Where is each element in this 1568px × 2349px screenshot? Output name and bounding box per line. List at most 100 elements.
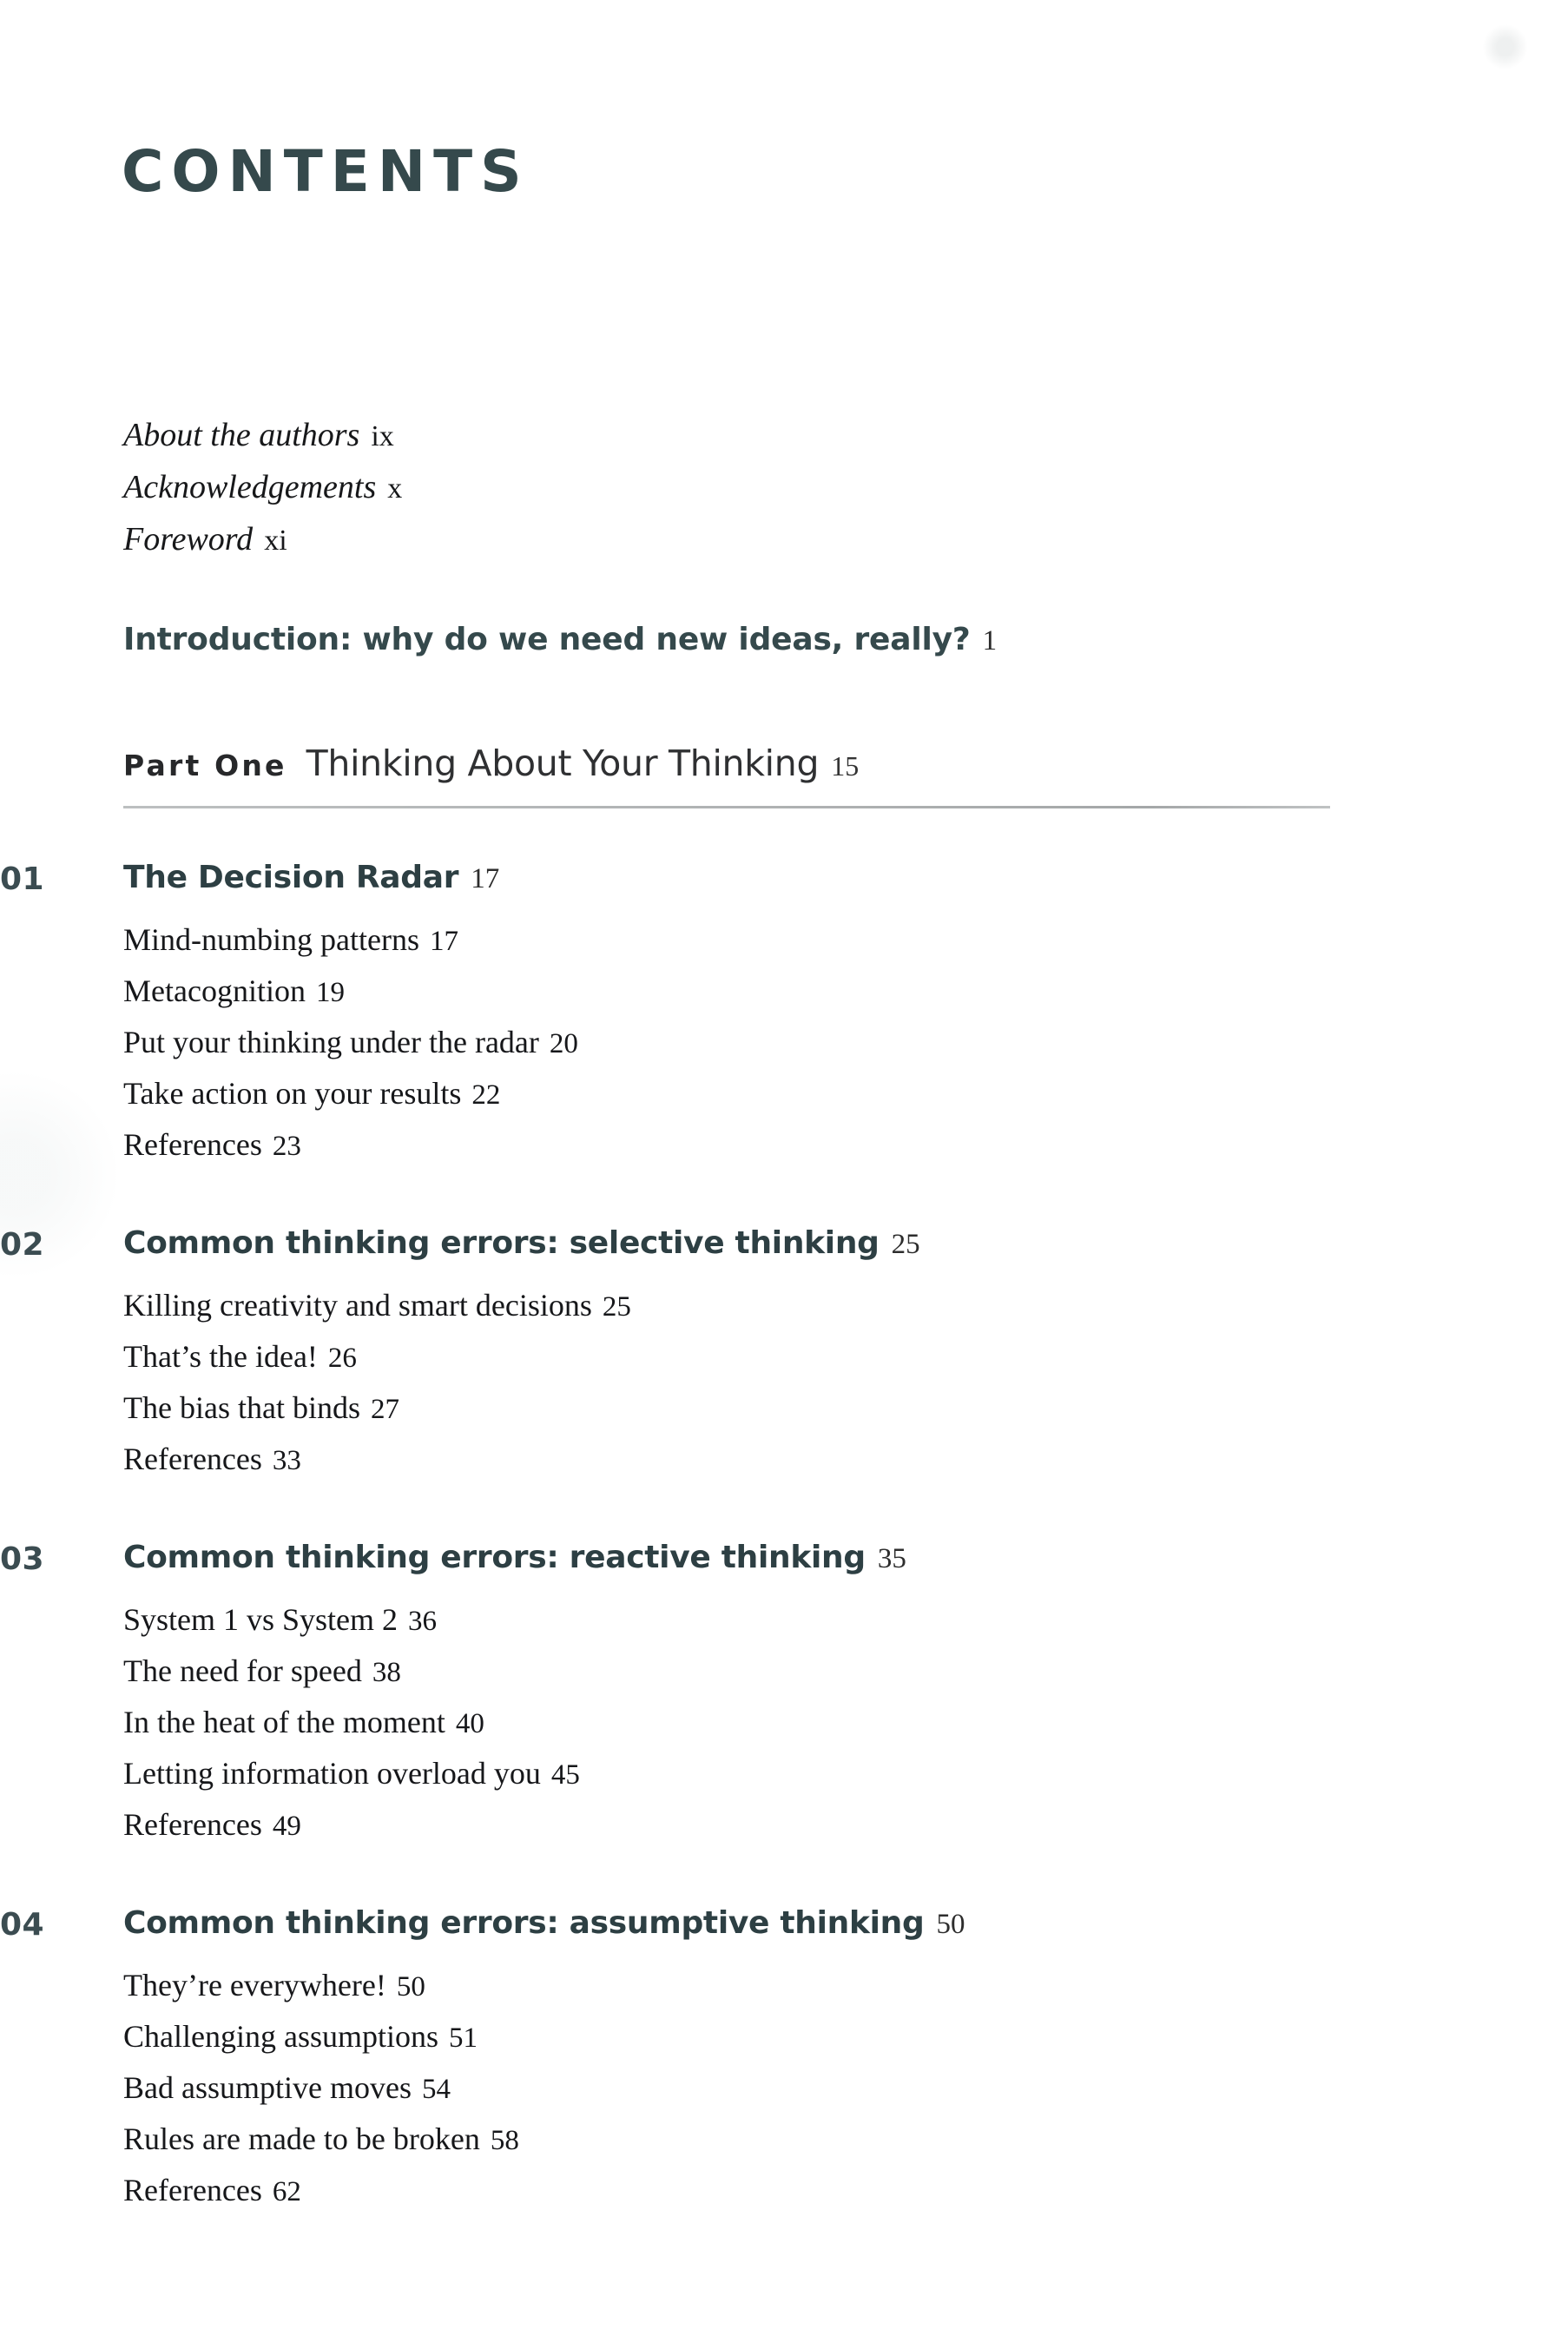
chapter-section-entry[interactable]: The bias that binds 27 xyxy=(123,1383,1389,1435)
chapter-section-entry[interactable]: Mind-numbing patterns 17 xyxy=(123,915,1389,967)
chapter-section-title: Rules are made to be broken xyxy=(123,2121,480,2156)
chapter-title-group: Common thinking errors: assumptive think… xyxy=(123,1905,965,1941)
chapter-section-entry[interactable]: Letting information overload you 45 xyxy=(123,1749,1389,1800)
chapter-section-title: Metacognition xyxy=(123,973,306,1008)
frontmatter-entry-page-number: xi xyxy=(264,525,287,557)
chapter-section-page-number: 17 xyxy=(429,926,458,957)
introduction-title: Introduction: why do we need new ideas, … xyxy=(123,622,971,657)
chapter-title: Common thinking errors: selective thinki… xyxy=(123,1225,880,1261)
part-divider-rule xyxy=(123,806,1330,808)
frontmatter-list: About the authors ix Acknowledgements x Fore… xyxy=(123,410,1165,566)
chapter-section-entry[interactable]: References 33 xyxy=(123,1435,1389,1486)
chapter-section-title: Killing creativity and smart decisions xyxy=(123,1288,592,1323)
chapter-section-entry[interactable]: In the heat of the moment 40 xyxy=(123,1698,1389,1749)
part-page-number: 15 xyxy=(831,750,860,782)
chapter-section-title: References xyxy=(123,1442,262,1476)
page-title: CONTENTS xyxy=(122,138,530,205)
chapter-heading[interactable]: 03 Common thinking errors: reactive think… xyxy=(0,1540,1389,1590)
chapter-section-title: In the heat of the moment xyxy=(123,1705,445,1739)
chapter-section-page-number: 40 xyxy=(455,1708,484,1739)
chapter-section-page-number: 27 xyxy=(370,1394,399,1425)
introduction-page-number: 1 xyxy=(982,625,998,657)
chapter-section-page-number: 45 xyxy=(550,1759,580,1791)
chapter-title: Common thinking errors: assumptive think… xyxy=(123,1905,925,1941)
chapter-section-title: They’re everywhere! xyxy=(123,1968,386,2003)
chapter-section-list: Mind-numbing patterns 17 Metacognition 19 Pu… xyxy=(123,915,1389,1171)
chapter-section-entry[interactable]: References 23 xyxy=(123,1120,1389,1171)
chapter-number: 03 xyxy=(0,1541,45,1577)
chapter-section-page-number: 49 xyxy=(272,1811,301,1842)
chapter-page-number: 35 xyxy=(877,1543,906,1574)
chapter-section-entry[interactable]: That’s the idea! 26 xyxy=(123,1332,1389,1383)
chapter-section-page-number: 22 xyxy=(471,1079,501,1111)
chapter-section-entry[interactable]: Bad assumptive moves 54 xyxy=(123,2063,1389,2115)
part-label: Part One xyxy=(123,749,287,782)
chapter-section-entry[interactable]: System 1 vs System 2 36 xyxy=(123,1595,1389,1646)
chapter-section-title: Mind-numbing patterns xyxy=(123,922,419,957)
chapter-page-number: 50 xyxy=(936,1909,965,1940)
chapter-section-page-number: 38 xyxy=(372,1657,401,1688)
chapter-section-entry[interactable]: References 62 xyxy=(123,2166,1389,2217)
chapter-block: 02 Common thinking errors: selective thin… xyxy=(0,1225,1389,1486)
frontmatter-entry-page-number: ix xyxy=(371,420,394,452)
chapter-section-page-number: 26 xyxy=(327,1343,357,1374)
chapter-section-title: That’s the idea! xyxy=(123,1339,318,1374)
frontmatter-entry-title: Acknowledgements xyxy=(123,469,377,505)
chapter-section-page-number: 51 xyxy=(449,2022,478,2054)
chapter-section-list: Killing creativity and smart decisions 25… xyxy=(123,1281,1389,1486)
chapter-section-title: Take action on your results xyxy=(123,1076,462,1111)
chapter-block: 04 Common thinking errors: assumptive thi… xyxy=(0,1905,1389,2217)
chapter-section-title: References xyxy=(123,1807,262,1842)
chapter-section-entry[interactable]: The need for speed 38 xyxy=(123,1646,1389,1698)
introduction-entry[interactable]: Introduction: why do we need new ideas, … xyxy=(123,622,997,657)
chapter-section-page-number: 54 xyxy=(421,2074,451,2105)
chapter-section-entry[interactable]: Rules are made to be broken 58 xyxy=(123,2115,1389,2166)
chapter-title-group: The Decision Radar 17 xyxy=(123,860,499,895)
chapter-section-entry[interactable]: Take action on your results 22 xyxy=(123,1069,1389,1120)
chapter-page-number: 17 xyxy=(471,863,500,894)
chapter-section-title: The bias that binds xyxy=(123,1390,360,1425)
chapter-section-title: The need for speed xyxy=(123,1653,362,1688)
chapter-section-page-number: 19 xyxy=(315,977,345,1008)
chapter-number: 04 xyxy=(0,1907,45,1943)
chapter-title: The Decision Radar xyxy=(123,860,459,895)
chapter-section-page-number: 58 xyxy=(490,2125,519,2156)
chapter-section-entry[interactable]: Challenging assumptions 51 xyxy=(123,2012,1389,2063)
chapter-title: Common thinking errors: reactive thinkin… xyxy=(123,1540,866,1575)
chapter-section-page-number: 23 xyxy=(272,1131,301,1162)
chapter-section-entry[interactable]: References 49 xyxy=(123,1800,1389,1851)
frontmatter-entry-title: Foreword xyxy=(123,521,254,558)
chapter-page-number: 25 xyxy=(891,1229,920,1260)
chapter-list: 01 The Decision Radar 17 Mind-numbing patte… xyxy=(0,860,1389,2271)
chapter-section-page-number: 20 xyxy=(549,1028,578,1059)
part-heading: Part One Thinking About Your Thinking 15 xyxy=(123,742,859,784)
frontmatter-entry-page-number: x xyxy=(387,472,403,505)
chapter-title-group: Common thinking errors: reactive thinkin… xyxy=(123,1540,906,1575)
chapter-section-title: System 1 vs System 2 xyxy=(123,1602,399,1637)
part-title: Thinking About Your Thinking xyxy=(306,742,820,784)
frontmatter-entry-title: About the authors xyxy=(123,417,360,453)
chapter-section-title: Letting information overload you xyxy=(123,1756,541,1791)
chapter-heading[interactable]: 04 Common thinking errors: assumptive thi… xyxy=(0,1905,1389,1956)
chapter-title-group: Common thinking errors: selective thinki… xyxy=(123,1225,920,1261)
chapter-number: 02 xyxy=(0,1227,45,1263)
frontmatter-entry[interactable]: About the authors ix xyxy=(123,410,1165,462)
chapter-section-page-number: 50 xyxy=(396,1971,425,2003)
frontmatter-entry[interactable]: Foreword xi xyxy=(123,514,1165,566)
chapter-section-entry[interactable]: Killing creativity and smart decisions 25 xyxy=(123,1281,1389,1332)
chapter-heading[interactable]: 01 The Decision Radar 17 xyxy=(0,860,1389,910)
chapter-heading[interactable]: 02 Common thinking errors: selective thin… xyxy=(0,1225,1389,1276)
chapter-number: 01 xyxy=(0,861,45,897)
chapter-section-title: Challenging assumptions xyxy=(123,2019,438,2054)
chapter-section-entry[interactable]: Metacognition 19 xyxy=(123,967,1389,1018)
book-contents-page: CONTENTS About the authors ix Acknowledgem… xyxy=(0,0,1568,2349)
chapter-section-title: References xyxy=(123,2173,262,2207)
chapter-section-entry[interactable]: They’re everywhere! 50 xyxy=(123,1961,1389,2012)
chapter-section-title: References xyxy=(123,1127,262,1162)
chapter-section-title: Put your thinking under the radar xyxy=(123,1025,539,1059)
frontmatter-entry[interactable]: Acknowledgements x xyxy=(123,462,1165,514)
chapter-section-entry[interactable]: Put your thinking under the radar 20 xyxy=(123,1018,1389,1069)
chapter-section-title: Bad assumptive moves xyxy=(123,2070,412,2105)
chapter-section-list: They’re everywhere! 50 Challenging assumpt… xyxy=(123,1961,1389,2217)
chapter-section-page-number: 62 xyxy=(272,2176,301,2207)
